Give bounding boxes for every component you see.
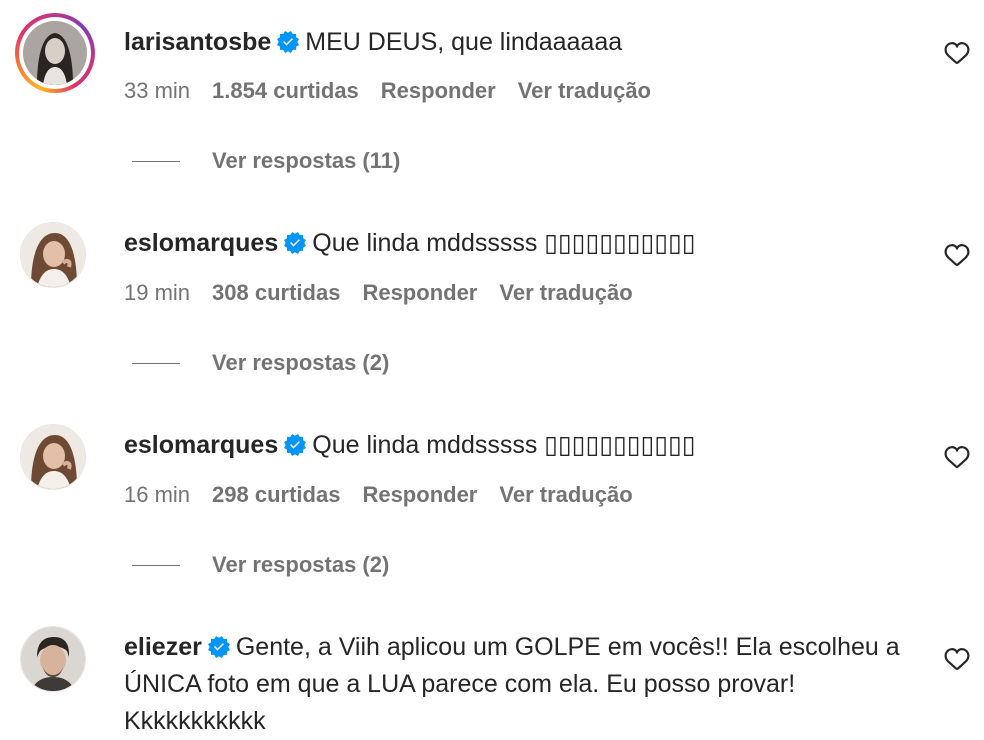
verified-badge-icon xyxy=(207,636,230,658)
comment-body: eslomarques Que linda mddsssss ▯▯▯▯▯▯▯▯▯▯… xyxy=(124,427,904,464)
likes-count[interactable]: 1.854 curtidas xyxy=(212,78,359,103)
avatar-wrap[interactable] xyxy=(20,222,86,288)
heart-outline-icon[interactable] xyxy=(944,646,970,672)
verified-badge-icon xyxy=(277,31,300,53)
comment-time: 19 min xyxy=(124,280,191,305)
username[interactable]: eslomarques xyxy=(124,229,278,257)
reply-button[interactable]: Responder xyxy=(362,482,477,507)
comment-body: eliezer Gente, a Viih aplicou um GOLPE em… xyxy=(124,629,904,740)
view-replies-label: Ver respostas (11) xyxy=(212,148,401,173)
avatar xyxy=(20,626,86,692)
likes-count[interactable]: 308 curtidas xyxy=(212,280,340,305)
heart-outline-icon[interactable] xyxy=(944,444,970,470)
comment-text: Gente, a Viih aplicou um GOLPE em vocês!… xyxy=(124,633,900,735)
avatar xyxy=(23,21,87,85)
avatar-story-ring[interactable] xyxy=(15,13,95,93)
comment-body: eslomarques Que linda mddsssss ▯▯▯▯▯▯▯▯▯▯… xyxy=(124,225,904,262)
comment-meta: 16 min 298 curtidas Responder Ver tradução xyxy=(124,482,655,508)
view-replies-button[interactable]: Ver respostas (2) xyxy=(132,350,389,376)
comment-body: larisantosbe MEU DEUS, que lindaaaaaa xyxy=(124,24,904,61)
view-replies-label: Ver respostas (2) xyxy=(212,552,390,577)
username[interactable]: larisantosbe xyxy=(124,28,271,56)
comment-meta: 33 min 1.854 curtidas Responder Ver traduçã… xyxy=(124,78,673,104)
avatar-wrap[interactable] xyxy=(20,626,86,692)
username[interactable]: eliezer xyxy=(124,633,202,661)
replies-divider xyxy=(132,160,180,162)
comment-text: Que linda mddsssss ▯▯▯▯▯▯▯▯▯▯▯ xyxy=(312,431,696,459)
reply-button[interactable]: Responder xyxy=(362,280,477,305)
comment-text: MEU DEUS, que lindaaaaaa xyxy=(305,28,623,56)
heart-outline-icon[interactable] xyxy=(944,242,970,268)
avatar xyxy=(20,222,86,288)
view-replies-button[interactable]: Ver respostas (2) xyxy=(132,552,389,578)
heart-outline-icon[interactable] xyxy=(944,40,970,66)
reply-button[interactable]: Responder xyxy=(381,78,496,103)
verified-badge-icon xyxy=(284,232,307,254)
view-replies-label: Ver respostas (2) xyxy=(212,350,390,375)
replies-divider xyxy=(132,362,180,364)
avatar-wrap[interactable] xyxy=(20,424,86,490)
verified-badge-icon xyxy=(284,434,307,456)
avatar xyxy=(20,424,86,490)
comment-time: 16 min xyxy=(124,482,191,507)
username[interactable]: eslomarques xyxy=(124,431,278,459)
translate-button[interactable]: Ver tradução xyxy=(518,78,651,103)
comment-meta: 19 min 308 curtidas Responder Ver tradução xyxy=(124,280,655,306)
comment-time: 33 min xyxy=(124,78,191,103)
view-replies-button[interactable]: Ver respostas (11) xyxy=(132,148,400,174)
comment-text: Que linda mddsssss ▯▯▯▯▯▯▯▯▯▯▯ xyxy=(312,229,696,257)
replies-divider xyxy=(132,564,180,566)
likes-count[interactable]: 298 curtidas xyxy=(212,482,340,507)
translate-button[interactable]: Ver tradução xyxy=(499,280,632,305)
translate-button[interactable]: Ver tradução xyxy=(499,482,632,507)
